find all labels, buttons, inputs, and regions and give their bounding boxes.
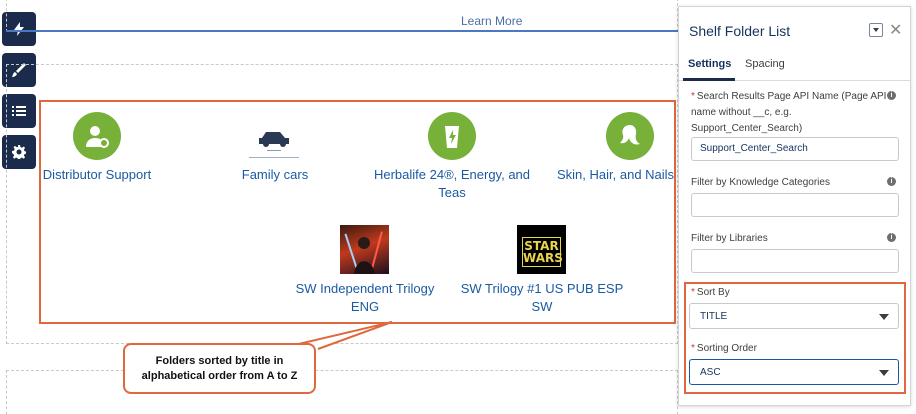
star-wars-logo-thumbnail[interactable]: STAR WARS (517, 225, 566, 274)
info-icon[interactable]: i (887, 177, 896, 186)
close-icon[interactable]: ✕ (889, 20, 902, 40)
sorting-order-value: ASC (700, 367, 721, 378)
car-thumbnail[interactable] (249, 114, 299, 158)
sort-by-value: TITLE (700, 311, 728, 322)
panel-menu-button[interactable] (869, 23, 883, 37)
folder-label-sw-independent-trilogy[interactable]: SW Independent Trilogy ENG (281, 280, 449, 316)
movie-poster-thumbnail[interactable] (340, 225, 389, 274)
tab-spacing[interactable]: Spacing (745, 58, 785, 70)
panel-tabs: Settings Spacing (679, 53, 910, 81)
callout-line-1: Folders sorted by title in (155, 354, 284, 367)
panel-title: Shelf Folder List (689, 23, 791, 39)
canvas-region-bottom (6, 370, 678, 414)
active-tab-indicator (683, 78, 735, 81)
chevron-down-icon (879, 370, 889, 376)
sorting-order-select[interactable]: ASC (689, 359, 899, 385)
info-icon[interactable]: i (887, 233, 896, 242)
learn-more-divider (6, 30, 678, 32)
chevron-down-icon (873, 28, 879, 32)
search-page-input[interactable]: Support_Center_Search (691, 137, 899, 161)
annotation-callout: Folders sorted by title in alphabetical … (123, 343, 316, 394)
canvas-region-top (6, 0, 678, 32)
shelf-folder-list: Distributor Support Family cars Herbalif… (39, 100, 676, 324)
property-panel: Shelf Folder List ✕ Settings Spacing * Se… (678, 6, 911, 406)
required-marker: * (691, 91, 695, 102)
folder-label-distributor-support[interactable]: Distributor Support (41, 166, 153, 184)
tab-settings[interactable]: Settings (688, 58, 731, 70)
search-page-label: * Search Results Page API Name (Page API … (691, 91, 887, 134)
folder-label-herbalife[interactable]: Herbalife 24®, Energy, and Teas (371, 166, 533, 202)
chevron-down-icon (879, 314, 889, 320)
person-gear-icon[interactable] (73, 112, 121, 160)
required-marker: * (691, 343, 695, 354)
callout-line-2: alphabetical order from A to Z (141, 369, 298, 382)
sorting-order-label: * Sorting Order (691, 343, 757, 354)
info-icon[interactable]: i (887, 91, 896, 100)
folder-label-sw-trilogy-1[interactable]: SW Trilogy #1 US PUB ESP SW (456, 280, 628, 316)
required-marker: * (691, 287, 695, 298)
folder-label-skin-hair-nails[interactable]: Skin, Hair, and Nails P (557, 166, 674, 184)
libraries-input[interactable] (691, 249, 899, 273)
hair-icon[interactable] (606, 112, 654, 160)
learn-more-link[interactable]: Learn More (461, 14, 522, 28)
knowledge-categories-label: Filter by Knowledge Categories (691, 177, 830, 188)
sort-by-select[interactable]: TITLE (689, 303, 899, 329)
libraries-label: Filter by Libraries (691, 233, 768, 244)
drink-bolt-icon[interactable] (428, 112, 476, 160)
sort-by-label: * Sort By (691, 287, 730, 298)
folder-label-family-cars[interactable]: Family cars (216, 166, 334, 184)
knowledge-categories-input[interactable] (691, 193, 899, 217)
